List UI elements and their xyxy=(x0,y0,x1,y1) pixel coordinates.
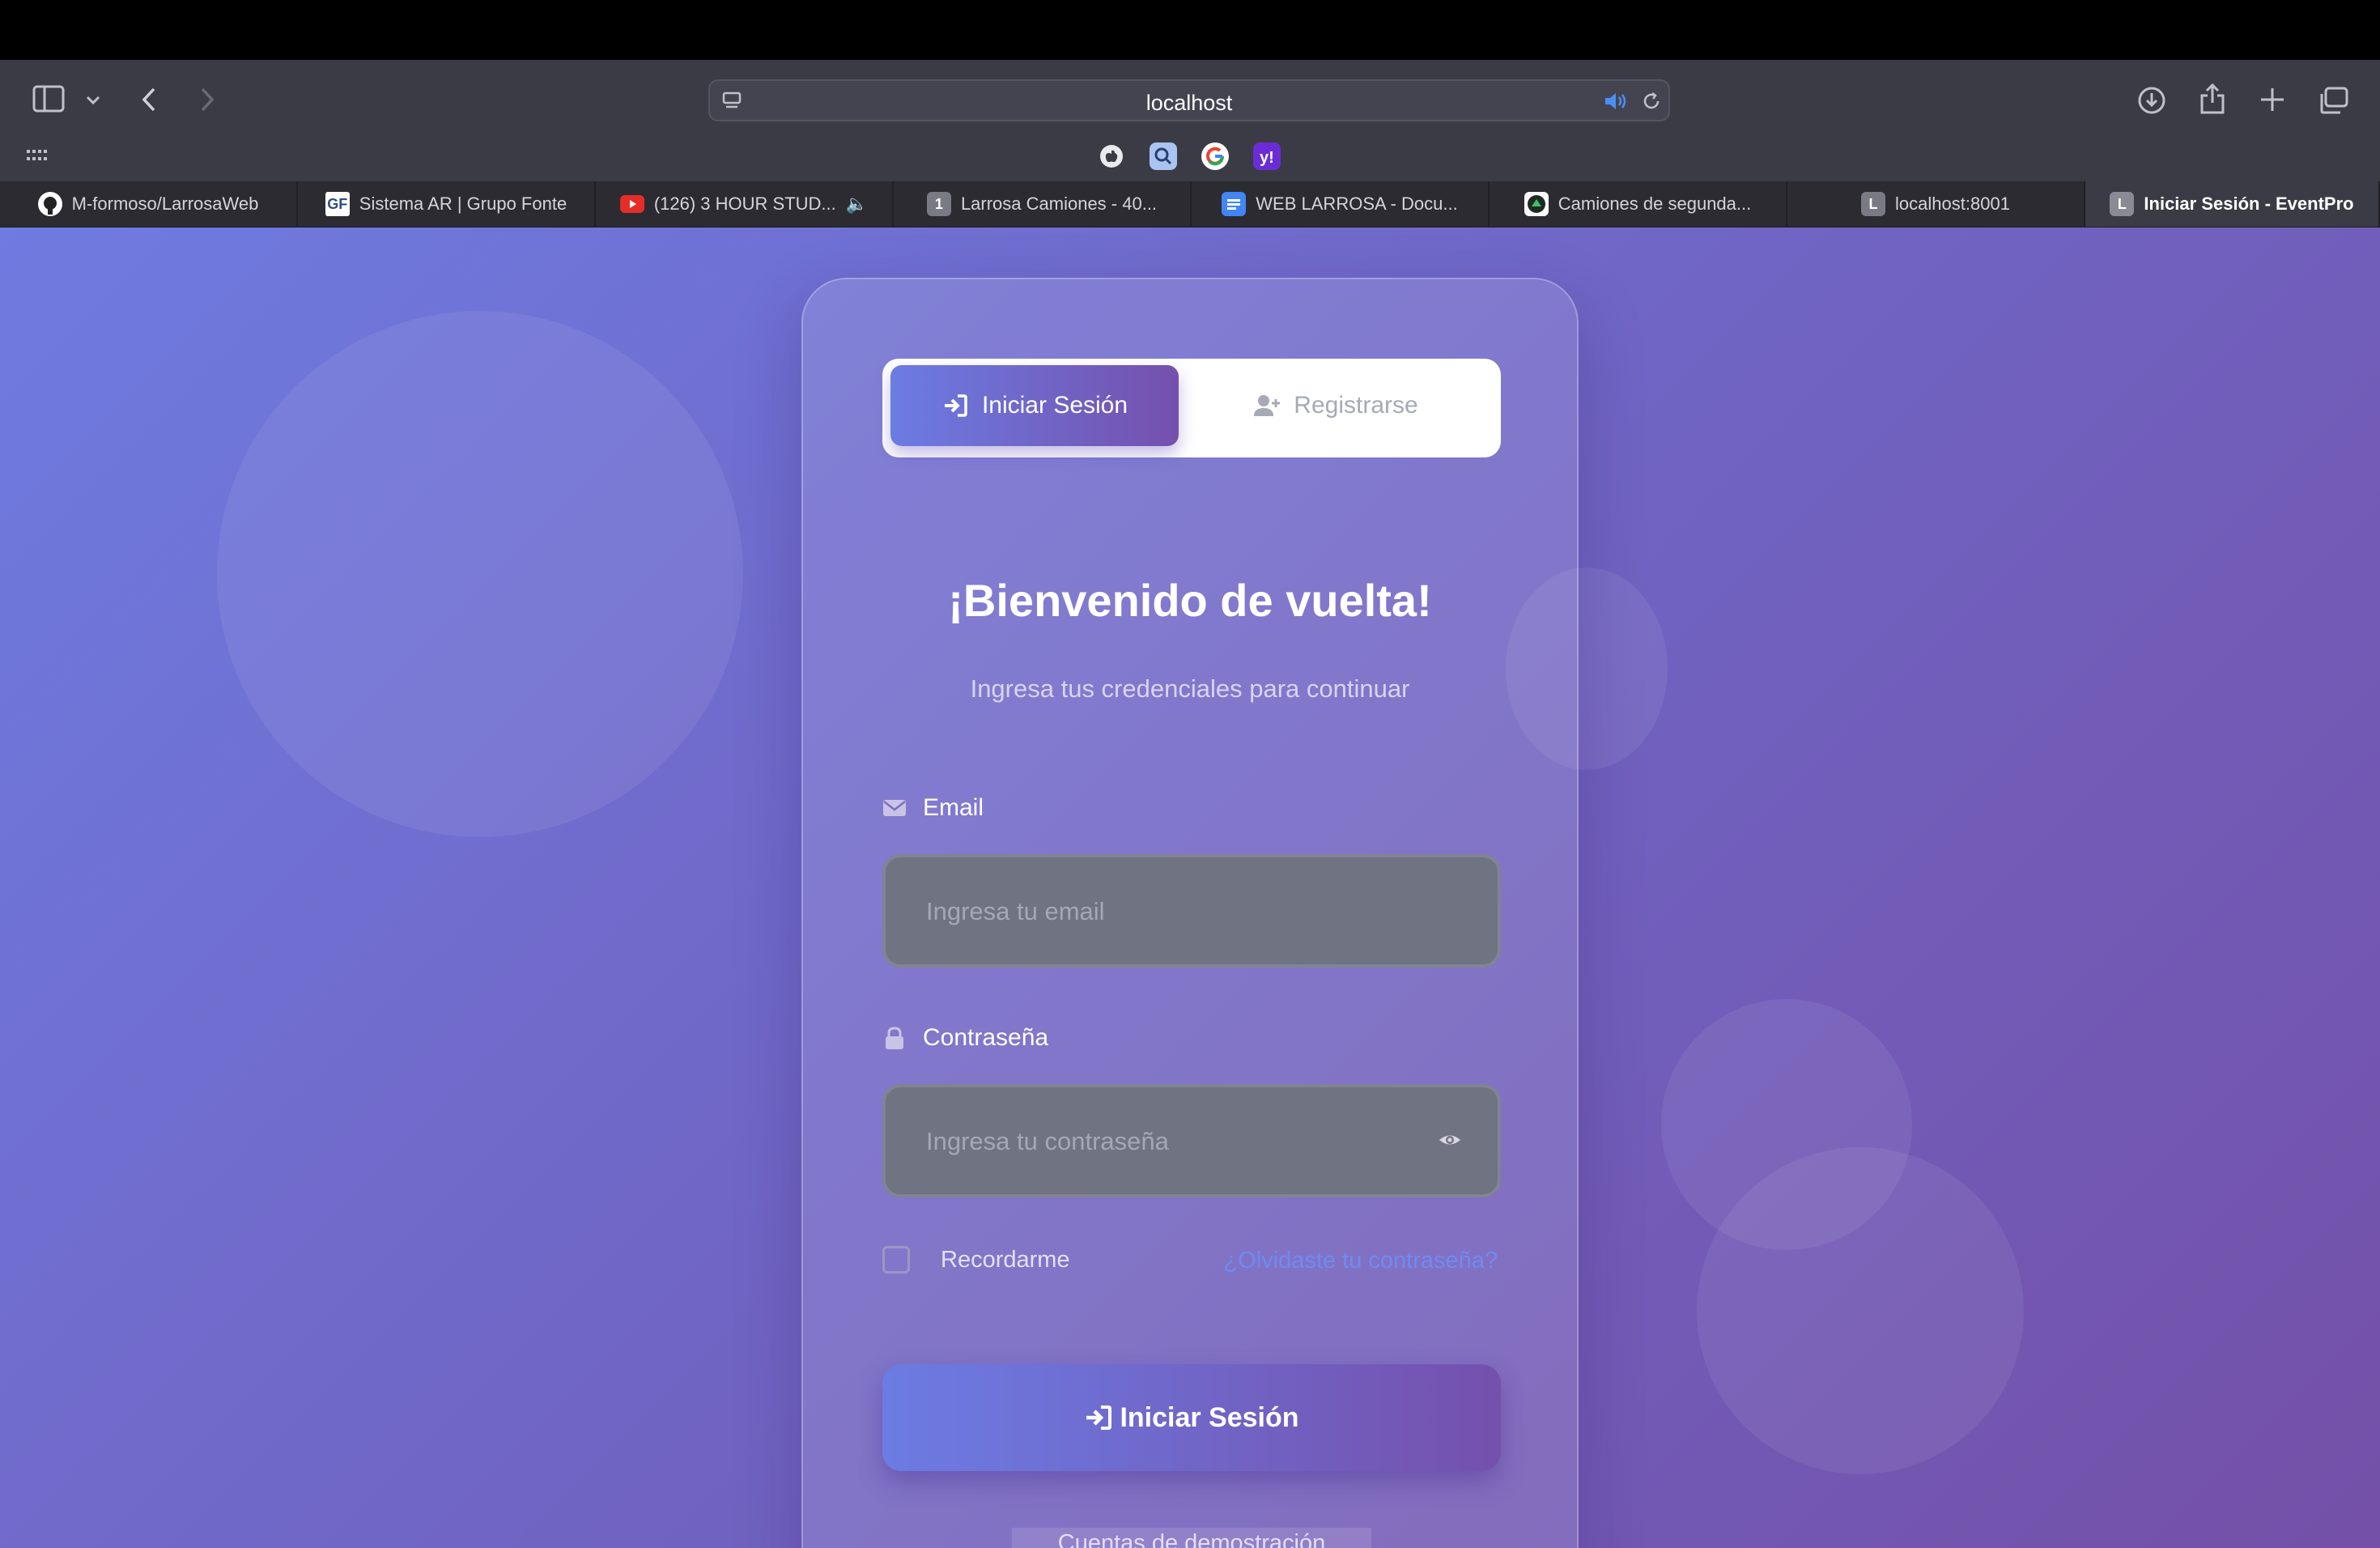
sign-in-icon xyxy=(1086,1406,1112,1430)
new-tab-icon[interactable] xyxy=(2259,86,2286,113)
yahoo-icon[interactable]: y! xyxy=(1253,142,1281,170)
tab-sistema-ar[interactable]: GF Sistema AR | Grupo Fonte xyxy=(298,181,596,227)
submit-label: Iniciar Sesión xyxy=(1120,1401,1299,1433)
demo-accounts-heading: Cuentas de demostración xyxy=(1012,1528,1371,1548)
user-plus-icon xyxy=(1254,395,1281,416)
decorative-circle xyxy=(1697,1147,2024,1474)
tab-label: (126) 3 HOUR STUD... xyxy=(653,194,836,214)
auth-tab-switcher: Iniciar Sesión Registrarse xyxy=(882,359,1501,457)
tab-label: WEB LARROSA - Docu... xyxy=(1256,194,1458,214)
chevron-down-icon[interactable] xyxy=(84,91,102,108)
speaker-icon[interactable] xyxy=(1604,91,1630,112)
remember-checkbox[interactable] xyxy=(882,1246,910,1274)
letter-l-icon: L xyxy=(1861,192,1886,216)
page-title: ¡Bienvenido de vuelta! xyxy=(948,575,1432,626)
tab-camiones-segunda[interactable]: Camiones de segunda... xyxy=(1490,181,1787,227)
tab-number-icon: 1 xyxy=(926,192,951,216)
decorative-circle xyxy=(217,311,743,837)
tab-overview-icon[interactable] xyxy=(2318,86,2349,115)
tab-bar: M-formoso/LarrosaWeb GF Sistema AR | Gru… xyxy=(0,181,2380,228)
password-label-text: Contraseña xyxy=(923,1024,1049,1051)
tab-label: M-formoso/LarrosaWeb xyxy=(71,194,259,214)
password-label: Contraseña xyxy=(882,1024,1048,1052)
back-icon[interactable] xyxy=(138,86,162,113)
forgot-password-link[interactable]: ¿Olvidaste tu contraseña? xyxy=(1223,1248,1498,1274)
register-tab[interactable]: Registrarse xyxy=(1179,365,1493,446)
auth-card: Iniciar Sesión Registrarse ¡Bienvenido d… xyxy=(801,278,1579,1548)
url-text[interactable]: localhost xyxy=(710,91,1668,116)
reload-icon[interactable] xyxy=(1641,91,1662,112)
letter-l-icon: L xyxy=(2110,192,2135,216)
register-tab-label: Registrarse xyxy=(1294,392,1418,419)
email-field[interactable] xyxy=(882,854,1501,968)
browser-toolbar: localhost y! xyxy=(0,60,2380,181)
svg-text:y!: y! xyxy=(1260,149,1274,167)
eye-icon[interactable] xyxy=(1438,1128,1462,1152)
share-icon[interactable] xyxy=(2199,83,2226,115)
tab-label: Larrosa Camiones - 40... xyxy=(960,194,1158,214)
tab-label: Camiones de segunda... xyxy=(1558,194,1752,214)
page-subtitle: Ingresa tus credenciales para continuar xyxy=(970,674,1410,703)
tab-web-larrosa[interactable]: WEB LARROSA - Docu... xyxy=(1192,181,1490,227)
tab-larrosa-camiones[interactable]: 1 Larrosa Camiones - 40... xyxy=(894,181,1192,227)
login-submit-button[interactable]: Iniciar Sesión xyxy=(882,1364,1501,1471)
remember-label: Recordarme xyxy=(941,1246,1070,1273)
github-icon xyxy=(37,192,62,216)
remember-me[interactable]: Recordarme xyxy=(882,1246,1070,1274)
tab-github[interactable]: M-formoso/LarrosaWeb xyxy=(0,181,298,227)
tab-label: Iniciar Sesión - EventPro xyxy=(2144,194,2354,214)
tab-label: Sistema AR | Grupo Fonte xyxy=(359,194,567,214)
tab-audio-icon[interactable]: 🔈 xyxy=(846,194,868,215)
tab-youtube[interactable]: (126) 3 HOUR STUD... 🔈 xyxy=(596,181,894,227)
tab-localhost-8001[interactable]: L localhost:8001 xyxy=(1787,181,2085,227)
downloads-icon[interactable] xyxy=(2137,86,2166,115)
envelope-icon xyxy=(883,800,906,816)
youtube-icon xyxy=(619,195,644,213)
forward-icon[interactable] xyxy=(194,86,219,113)
google-icon[interactable] xyxy=(1201,142,1229,170)
email-label: Email xyxy=(882,794,984,822)
tab-label: localhost:8001 xyxy=(1895,194,2010,214)
menu-bar xyxy=(0,0,2380,60)
lock-icon xyxy=(886,1027,903,1049)
email-input[interactable] xyxy=(924,857,1430,966)
apple-icon[interactable] xyxy=(1098,142,1125,170)
password-input[interactable] xyxy=(924,1087,1430,1196)
tab-iniciar-sesion[interactable]: L Iniciar Sesión - EventPro xyxy=(2085,181,2380,227)
docs-icon xyxy=(1222,192,1247,216)
sign-in-icon xyxy=(944,394,967,417)
page-background: Iniciar Sesión Registrarse ¡Bienvenido d… xyxy=(0,228,2380,1548)
gf-icon: GF xyxy=(325,192,350,216)
site-icon xyxy=(1524,192,1549,216)
address-bar[interactable]: localhost xyxy=(708,79,1670,121)
login-tab-label: Iniciar Sesión xyxy=(981,392,1128,419)
search-icon[interactable] xyxy=(1150,142,1177,170)
password-field[interactable] xyxy=(882,1084,1501,1197)
email-label-text: Email xyxy=(923,794,984,821)
login-tab[interactable]: Iniciar Sesión xyxy=(890,365,1179,446)
apps-grid-icon[interactable] xyxy=(26,147,47,165)
sidebar-toggle-icon[interactable] xyxy=(32,84,65,113)
